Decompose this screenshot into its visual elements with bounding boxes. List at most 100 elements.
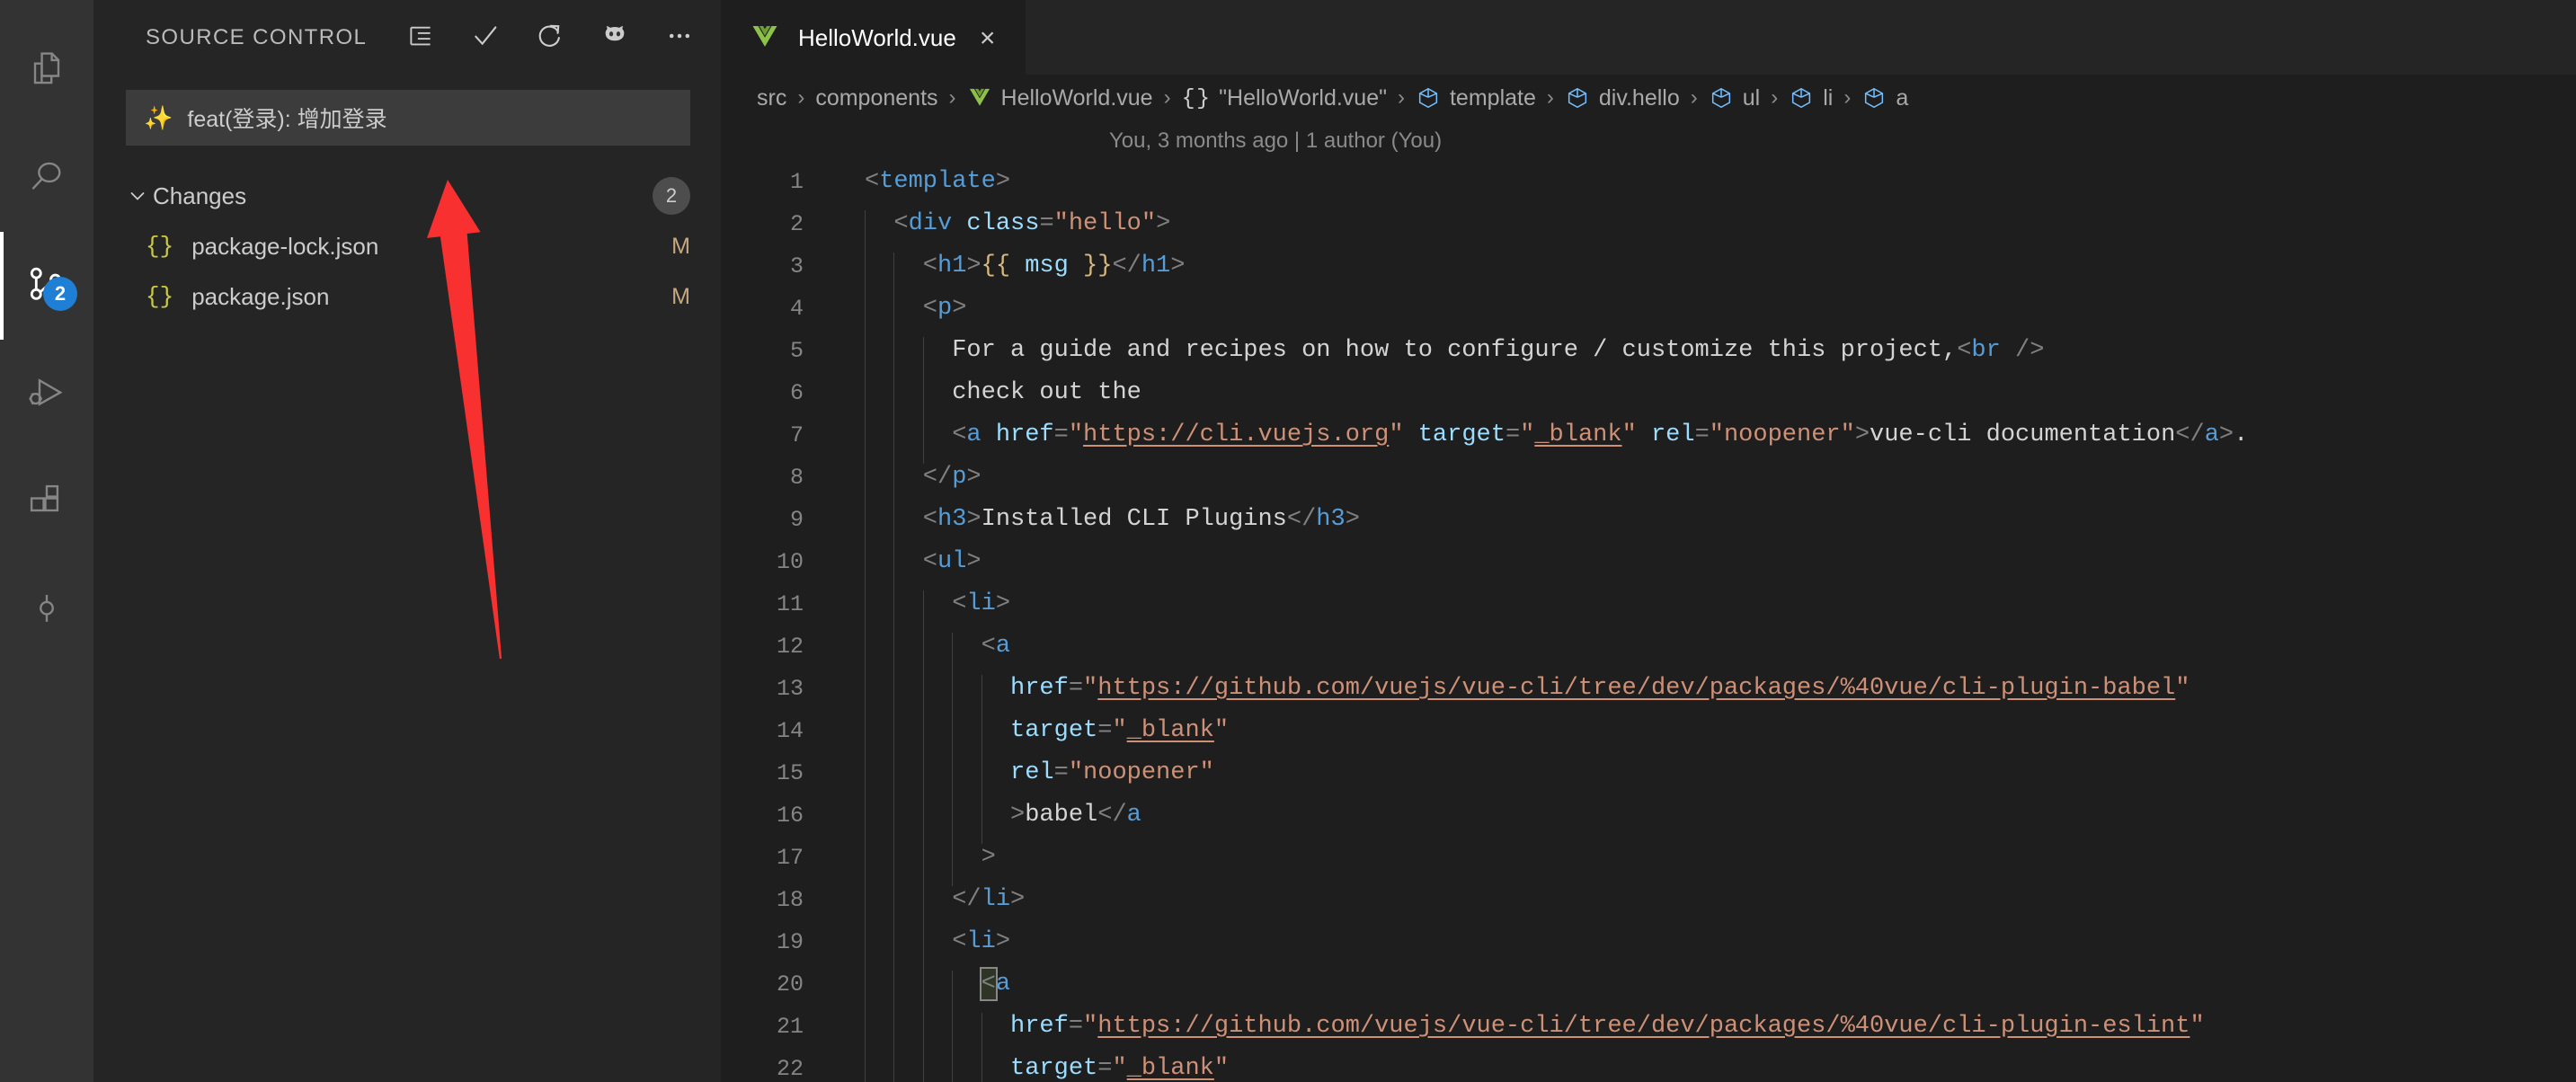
code-line-content[interactable]: target="_blank"	[823, 1055, 2576, 1082]
activity-bar-item-search[interactable]	[0, 124, 93, 232]
code-line-row[interactable]: 6 check out the	[723, 372, 2576, 422]
code-line-content[interactable]: <a href="https://cli.vuejs.org" target="…	[823, 421, 2576, 465]
code-line-content[interactable]: <template>	[823, 168, 2576, 195]
code-token-punct: <	[865, 928, 967, 956]
code-token-punct: =	[1097, 717, 1113, 745]
code-line-row[interactable]: 21 href="https://github.com/vuejs/vue-cl…	[723, 1006, 2576, 1056]
code-line-row[interactable]: 18 </li>	[723, 879, 2576, 929]
more-actions-button[interactable]	[660, 18, 699, 58]
code-line-content[interactable]: For a guide and recipes on how to config…	[823, 337, 2576, 380]
breadcrumb-item-a[interactable]: a	[1861, 85, 1908, 111]
testing-icon	[23, 586, 70, 633]
code-token-punct: >	[966, 548, 982, 576]
sparkles-icon: ✨	[144, 104, 173, 131]
activity-bar-item-testing[interactable]	[0, 555, 93, 663]
breadcrumb-item-file-symbol[interactable]: { } "HelloWorld.vue"	[1182, 85, 1387, 111]
code-token-attr: href	[995, 421, 1054, 449]
code-editor[interactable]: 1 <template> 2 <div class="hello"> 3 <h1>{{…	[723, 161, 2576, 1082]
breadcrumb-item-components[interactable]: components	[815, 85, 937, 111]
code-line-content[interactable]: <div class="hello">	[823, 210, 2576, 253]
code-line-row[interactable]: 1 <template>	[723, 161, 2576, 203]
code-line-row[interactable]: 16 >babel</a	[723, 794, 2576, 845]
code-line-content[interactable]: href="https://github.com/vuejs/vue-cli/t…	[823, 675, 2576, 718]
code-line-content[interactable]: target="_blank"	[823, 717, 2576, 760]
close-icon[interactable]: ×	[974, 24, 1001, 52]
list-item[interactable]: {} package-lock.json M	[93, 221, 723, 271]
line-number: 8	[789, 464, 804, 491]
code-line-row[interactable]: 2 <div class="hello">	[723, 203, 2576, 253]
json-icon: {}	[146, 283, 174, 310]
code-line-content[interactable]: rel="noopener"	[823, 759, 2576, 803]
code-line-row[interactable]: 11 <li>	[723, 583, 2576, 634]
code-line-content[interactable]: <li>	[823, 590, 2576, 634]
breadcrumb-item-ul[interactable]: ul	[1709, 85, 1760, 111]
code-line-content[interactable]: <p>	[823, 295, 2576, 338]
chevron-down-icon	[122, 185, 153, 207]
code-token-txt: Installed CLI Plugins	[981, 506, 1287, 534]
code-token-tag: a	[995, 971, 1011, 998]
code-line-content[interactable]: </li>	[823, 886, 2576, 929]
breadcrumb-label: div.hello	[1598, 84, 1680, 111]
code-line-content[interactable]: <a	[823, 967, 2576, 1014]
breadcrumb-item-helloworld-vue[interactable]: HelloWorld.vue	[967, 84, 1153, 111]
code-line-row[interactable]: 10 <ul>	[723, 541, 2576, 591]
code-line-row[interactable]: 7 <a href="https://cli.vuejs.org" target…	[723, 414, 2576, 465]
code-line-content[interactable]: <ul>	[823, 548, 2576, 591]
view-as-tree-button[interactable]	[401, 18, 440, 58]
code-token-tag: p	[937, 295, 953, 323]
breadcrumb-item-src[interactable]: src	[757, 85, 786, 111]
code-line-content[interactable]: <h1>{{ msg }}</h1>	[823, 253, 2576, 296]
list-item[interactable]: {} package.json M	[93, 271, 723, 322]
code-line-content[interactable]: href="https://github.com/vuejs/vue-cli/t…	[823, 1013, 2576, 1056]
code-line-content[interactable]: >	[823, 844, 2576, 887]
line-number: 6	[789, 379, 804, 406]
code-line-content[interactable]: <h3>Installed CLI Plugins</h3>	[823, 506, 2576, 549]
code-line-row[interactable]: 19 <li>	[723, 921, 2576, 971]
activity-bar-item-source-control[interactable]: 2	[0, 232, 93, 340]
tab-bar-filler	[1026, 0, 2576, 75]
code-token-txt: check out the	[865, 379, 1141, 407]
code-line-row[interactable]: 8 </p>	[723, 457, 2576, 507]
code-line-content[interactable]: </p>	[823, 464, 2576, 507]
code-line-row[interactable]: 12 <a	[723, 625, 2576, 676]
breadcrumb-item-template[interactable]: template	[1416, 85, 1536, 111]
breadcrumb-item-li[interactable]: li	[1789, 85, 1833, 111]
code-line-content[interactable]: check out the	[823, 379, 2576, 422]
code-line-row[interactable]: 17 >	[723, 837, 2576, 887]
commit-button[interactable]	[466, 18, 505, 58]
code-line-row[interactable]: 20 <a	[723, 963, 2576, 1014]
activity-bar-item-explorer[interactable]	[0, 16, 93, 124]
github-icon	[600, 21, 630, 56]
code-token-tag: li	[966, 590, 996, 618]
code-line-content[interactable]: <li>	[823, 928, 2576, 971]
breadcrumb-item-div-hello[interactable]: div.hello	[1565, 85, 1680, 111]
code-line-row[interactable]: 9 <h3>Installed CLI Plugins</h3>	[723, 499, 2576, 549]
activity-bar-item-extensions[interactable]	[0, 448, 93, 555]
code-token-tag: p	[952, 464, 967, 492]
code-token-punct: </	[1286, 506, 1317, 534]
breadcrumb-label: components	[815, 84, 938, 111]
code-line-row[interactable]: 3 <h1>{{ msg }}</h1>	[723, 245, 2576, 296]
code-token-str: "	[2190, 1013, 2205, 1041]
code-line-row[interactable]: 14 target="_blank"	[723, 710, 2576, 760]
code-line-row[interactable]: 22 target="_blank"	[723, 1048, 2576, 1082]
code-line-row[interactable]: 4 <p>	[723, 288, 2576, 338]
code-line-row[interactable]: 13 href="https://github.com/vuejs/vue-cl…	[723, 668, 2576, 718]
code-line-row[interactable]: 15 rel="noopener"	[723, 752, 2576, 803]
breadcrumb-label: ul	[1742, 84, 1761, 111]
commit-message-input[interactable]: ✨ feat(登录): 增加登录	[126, 90, 690, 146]
changes-group-header[interactable]: Changes 2	[93, 171, 723, 221]
tab-helloworld-vue[interactable]: HelloWorld.vue ×	[723, 0, 1026, 75]
search-icon	[23, 155, 70, 201]
refresh-button[interactable]	[530, 18, 570, 58]
code-token-str-u: https://github.com/vuejs/vue-cli/tree/de…	[1097, 675, 2176, 703]
code-line-content[interactable]: >babel</a	[823, 802, 2576, 845]
code-line-row[interactable]: 5 For a guide and recipes on how to conf…	[723, 330, 2576, 380]
code-line-content[interactable]: <a	[823, 633, 2576, 676]
status-badge: M	[671, 233, 690, 259]
github-button[interactable]	[595, 18, 635, 58]
activity-bar-item-run-and-debug[interactable]	[0, 340, 93, 448]
code-token-tag: h1	[937, 253, 967, 280]
